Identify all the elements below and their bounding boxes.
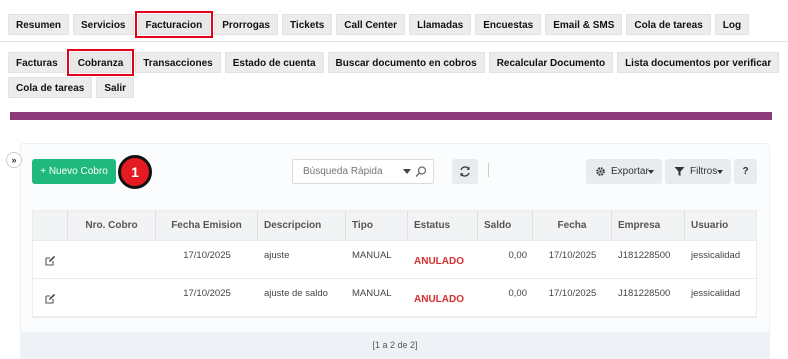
refresh-icon bbox=[460, 166, 470, 177]
cell-estatus: ANULADO bbox=[408, 279, 478, 316]
tab-facturacion[interactable]: Facturacion bbox=[134, 11, 214, 38]
tab-cola-de-tareas[interactable]: Cola de tareas bbox=[626, 14, 711, 35]
cell-descripcion: ajuste de saldo bbox=[264, 288, 328, 299]
tab-resumen[interactable]: Resumen bbox=[8, 14, 70, 35]
edit-icon[interactable] bbox=[45, 255, 56, 266]
help-button[interactable]: ? bbox=[734, 159, 757, 184]
tab-prorrogas[interactable]: Prorrogas bbox=[214, 14, 278, 35]
sub-tabbar-2: Cola de tareas Salir bbox=[8, 77, 135, 98]
cell-empresa: J181228500 bbox=[618, 250, 671, 261]
subtab-salir[interactable]: Salir bbox=[96, 77, 135, 98]
main-tabbar: Resumen Servicios Facturacion Prorrogas … bbox=[8, 11, 750, 38]
cell-fecha: 17/10/2025 bbox=[548, 250, 597, 261]
cell-saldo: 0,00 bbox=[508, 250, 528, 261]
refresh-button[interactable] bbox=[452, 159, 478, 184]
new-cobro-button[interactable]: + Nuevo Cobro bbox=[32, 159, 116, 184]
tab-log[interactable]: Log bbox=[714, 14, 750, 35]
section-bar bbox=[10, 112, 772, 120]
subtab-estado-de-cuenta[interactable]: Estado de cuenta bbox=[224, 52, 324, 73]
tab-call-center[interactable]: Call Center bbox=[336, 14, 406, 35]
cell-descripcion: ajuste bbox=[264, 250, 290, 261]
status-badge: ANULADO bbox=[414, 294, 464, 305]
column-header[interactable]: Empresa bbox=[612, 211, 685, 240]
search-icon[interactable] bbox=[414, 165, 428, 179]
pagination-info: [1 a 2 de 2] bbox=[20, 332, 770, 359]
column-header[interactable]: Saldo bbox=[478, 211, 533, 240]
tabbar-divider bbox=[0, 41, 788, 42]
cell-nro-cobro bbox=[68, 241, 156, 278]
cell-empresa: J181228500 bbox=[618, 288, 671, 299]
status-badge: ANULADO bbox=[414, 256, 464, 267]
chevron-down-icon[interactable] bbox=[403, 169, 411, 174]
search-input[interactable] bbox=[293, 160, 389, 183]
subtab-lista-documentos[interactable]: Lista documentos por verificar bbox=[617, 52, 780, 73]
gear-icon bbox=[596, 167, 605, 176]
cell-saldo: 0,00 bbox=[508, 288, 528, 299]
table-header-row: Nro. Cobro Fecha Emision Descripcion Tip… bbox=[33, 211, 756, 241]
column-header[interactable]: Nro. Cobro bbox=[68, 211, 156, 240]
table-row[interactable]: 17/10/2025 ajuste MANUAL ANULADO 0,00 17… bbox=[33, 241, 756, 279]
subtab-transacciones[interactable]: Transacciones bbox=[135, 52, 221, 73]
subtab-cobranza[interactable]: Cobranza bbox=[66, 49, 135, 76]
edit-cell bbox=[33, 279, 68, 316]
cell-fecha-emision: 17/10/2025 bbox=[183, 250, 231, 261]
toolbar-divider bbox=[488, 163, 489, 177]
export-label: Exportar bbox=[611, 166, 649, 177]
column-header[interactable]: Tipo bbox=[346, 211, 408, 240]
sub-tabbar: Facturas Cobranza Transacciones Estado d… bbox=[8, 49, 780, 76]
filter-button[interactable]: Filtros bbox=[665, 159, 731, 184]
column-header[interactable]: Descripcion bbox=[258, 211, 346, 240]
chevron-down-icon bbox=[717, 170, 723, 174]
tab-encuestas[interactable]: Encuestas bbox=[475, 14, 542, 35]
cell-fecha-emision: 17/10/2025 bbox=[183, 288, 231, 299]
subtab-recalcular-documento[interactable]: Recalcular Documento bbox=[488, 52, 614, 73]
column-header[interactable]: Estatus bbox=[408, 211, 478, 240]
tab-llamadas[interactable]: Llamadas bbox=[409, 14, 472, 35]
tab-servicios[interactable]: Servicios bbox=[73, 14, 134, 35]
cell-estatus: ANULADO bbox=[408, 241, 478, 278]
subtab-facturas[interactable]: Facturas bbox=[8, 52, 66, 73]
edit-cell bbox=[33, 241, 68, 278]
edit-icon[interactable] bbox=[45, 293, 56, 304]
cobros-table: Nro. Cobro Fecha Emision Descripcion Tip… bbox=[32, 210, 757, 318]
column-header[interactable]: Fecha bbox=[533, 211, 612, 240]
tab-tickets[interactable]: Tickets bbox=[281, 14, 333, 35]
cell-nro-cobro bbox=[68, 279, 156, 316]
tab-email-sms[interactable]: Email & SMS bbox=[545, 14, 623, 35]
column-header[interactable]: Fecha Emision bbox=[156, 211, 258, 240]
cell-tipo: MANUAL bbox=[352, 250, 392, 261]
column-header bbox=[33, 211, 68, 240]
sidebar-toggle-button[interactable]: » bbox=[6, 152, 22, 168]
table-row[interactable]: 17/10/2025 ajuste de saldo MANUAL ANULAD… bbox=[33, 279, 756, 317]
cell-fecha: 17/10/2025 bbox=[548, 288, 597, 299]
subtab-buscar-documento[interactable]: Buscar documento en cobros bbox=[327, 52, 485, 73]
cell-usuario: jessicalidad bbox=[691, 250, 741, 261]
column-header[interactable]: Usuario bbox=[685, 211, 758, 240]
subtab-cola-de-tareas[interactable]: Cola de tareas bbox=[8, 77, 93, 98]
quick-search bbox=[292, 159, 434, 184]
cell-usuario: jessicalidad bbox=[691, 288, 741, 299]
step-badge: 1 bbox=[118, 155, 152, 189]
export-button[interactable]: Exportar bbox=[586, 159, 662, 184]
cell-tipo: MANUAL bbox=[352, 288, 392, 299]
filter-icon bbox=[674, 167, 685, 176]
filter-label: Filtros bbox=[690, 166, 718, 177]
chevron-down-icon bbox=[648, 170, 654, 174]
